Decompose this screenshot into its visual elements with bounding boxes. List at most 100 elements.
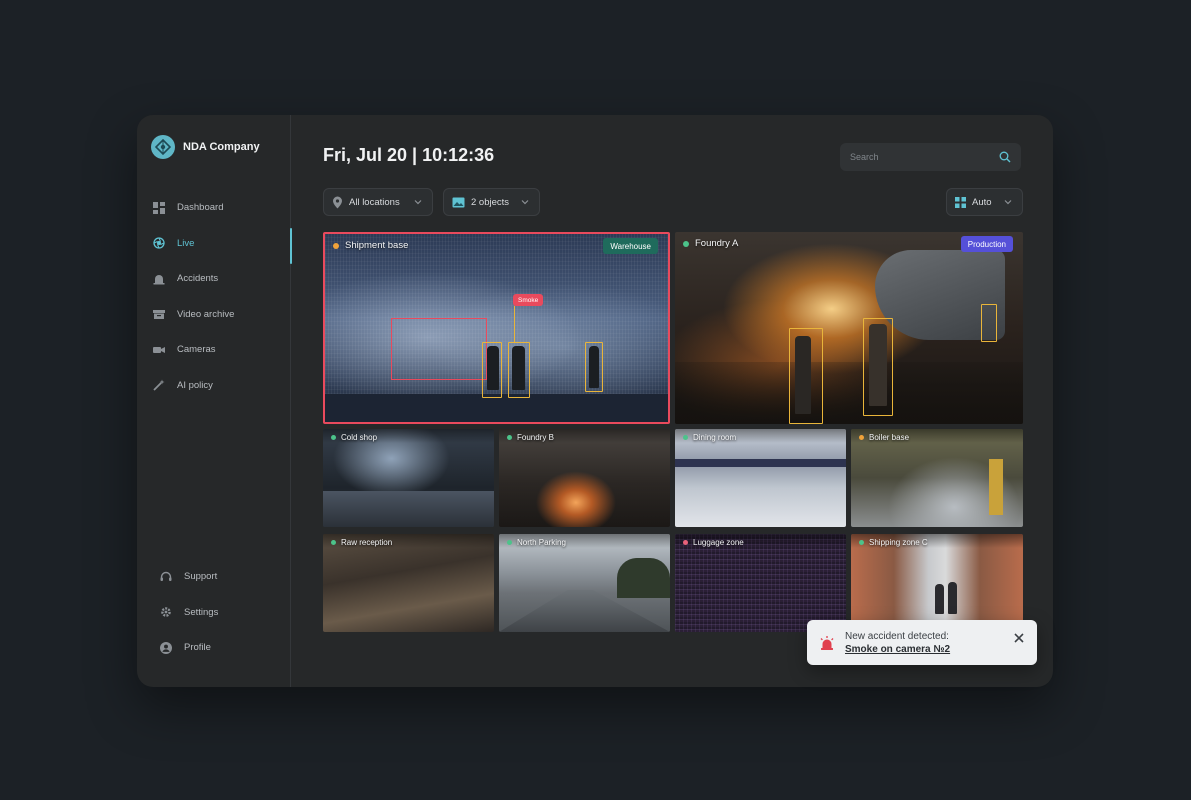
detection-label: Smoke — [513, 294, 544, 306]
camera-tile-shipping-zone-c[interactable]: Shipping zone C — [851, 534, 1023, 632]
nav-label: Video archive — [177, 308, 235, 320]
camera-label: Luggage zone — [683, 538, 744, 547]
floor — [675, 362, 1023, 424]
toast-camera-link[interactable]: Smoke on camera №2 — [845, 644, 950, 655]
search-icon[interactable] — [999, 151, 1011, 163]
person-detection-box — [508, 342, 530, 398]
person — [948, 582, 957, 614]
camera-tile-foundry-a[interactable]: Foundry A Production — [675, 232, 1023, 424]
accident-toast[interactable]: New accident detected: Smoke on camera №… — [807, 620, 1037, 665]
camera-name: Cold shop — [341, 433, 378, 442]
camera-name: Shipping zone C — [869, 538, 928, 547]
camera-tile-raw-reception[interactable]: Raw reception — [323, 534, 494, 632]
app-window: NDA Company Dashboard Live Accidents Vid… — [137, 115, 1053, 687]
layout-selector-value: Auto — [972, 196, 992, 208]
floor — [325, 394, 668, 422]
objects-filter[interactable]: 2 objects — [443, 188, 540, 216]
status-dot — [683, 435, 688, 440]
camera-label: Boiler base — [859, 433, 909, 442]
nav-item-settings[interactable]: Settings — [137, 595, 291, 631]
nav-label: Cameras — [177, 344, 216, 356]
location-pin-icon — [333, 196, 342, 208]
close-icon[interactable] — [1013, 632, 1025, 644]
profile-icon — [160, 641, 172, 654]
nav-label: Profile — [184, 642, 211, 654]
camera-name: North Parking — [517, 538, 566, 547]
nav-label: Accidents — [177, 273, 219, 285]
camera-name: Luggage zone — [693, 538, 744, 547]
nav-item-video-archive[interactable]: Video archive — [137, 297, 291, 333]
wall-banner — [675, 459, 846, 467]
objects-filter-value: 2 objects — [471, 196, 510, 208]
camera-name: Foundry A — [695, 238, 739, 249]
nav-label: Settings — [184, 606, 219, 618]
gear-icon — [160, 606, 172, 618]
chevron-down-icon — [1004, 200, 1011, 205]
camera-icon — [153, 344, 165, 356]
person-detection-box — [863, 318, 893, 416]
nav-item-cameras[interactable]: Cameras — [137, 332, 291, 368]
dashboard-icon — [153, 201, 165, 214]
camera-label: North Parking — [507, 538, 566, 547]
nav-label: Dashboard — [177, 202, 224, 214]
search-placeholder: Search — [850, 152, 879, 162]
camera-tile-shipment-base[interactable]: Smoke Shipment base Warehouse — [323, 232, 670, 424]
machine — [989, 459, 1003, 515]
floor — [323, 491, 494, 527]
toast-title: New accident detected: — [845, 630, 949, 642]
company-logo-icon — [151, 135, 175, 159]
camera-label: Shipping zone C — [859, 538, 928, 547]
camera-tile-dining-room[interactable]: Dining room — [675, 429, 846, 527]
camera-label: Dining room — [683, 433, 736, 442]
company-name: NDA Company — [183, 141, 260, 153]
status-dot — [683, 540, 688, 545]
camera-label: Foundry A — [683, 238, 738, 249]
camera-label: Foundry B — [507, 433, 554, 442]
nav-item-dashboard[interactable]: Dashboard — [137, 190, 291, 226]
camera-name: Raw reception — [341, 538, 393, 547]
layout-selector[interactable]: Auto — [946, 188, 1023, 216]
person-detection-box — [482, 342, 502, 398]
location-filter[interactable]: All locations — [323, 188, 433, 216]
detection-pointer — [514, 306, 515, 342]
current-datetime: Fri, Jul 20 | 10:12:36 — [323, 145, 495, 165]
camera-tile-luggage-zone[interactable]: Luggage zone — [675, 534, 846, 632]
smoke-detection-box — [391, 318, 487, 380]
camera-tile-foundry-b[interactable]: Foundry B — [499, 429, 670, 527]
camera-label: Shipment base — [333, 240, 408, 251]
alarm-icon — [153, 273, 165, 285]
status-dot — [333, 242, 339, 249]
nav-item-support[interactable]: Support — [137, 559, 291, 595]
status-dot — [331, 540, 336, 545]
toast-text: New accident detected: Smoke on camera №… — [845, 631, 950, 655]
nav-item-ai-policy[interactable]: AI policy — [137, 368, 291, 404]
ai-policy-icon — [153, 379, 165, 391]
camera-tile-north-parking[interactable]: North Parking — [499, 534, 670, 632]
chevron-down-icon — [414, 200, 422, 205]
status-dot — [331, 435, 336, 440]
person-detection-box — [585, 342, 603, 392]
alarm-siren-icon — [820, 635, 834, 650]
nav-item-live[interactable]: Live — [137, 226, 292, 263]
main-nav: Dashboard Live Accidents Video archive C… — [137, 190, 292, 404]
nav-item-accidents[interactable]: Accidents — [137, 261, 291, 297]
sidebar: NDA Company Dashboard Live Accidents Vid… — [137, 115, 292, 687]
camera-name: Dining room — [693, 433, 737, 442]
chevron-down-icon — [521, 200, 529, 205]
status-dot — [683, 240, 689, 247]
static-noise — [675, 534, 846, 632]
search-input[interactable]: Search — [840, 143, 1021, 171]
nav-item-profile[interactable]: Profile — [137, 630, 291, 666]
trees — [617, 558, 670, 598]
status-dot — [859, 435, 864, 440]
live-icon — [153, 237, 165, 249]
camera-tile-cold-shop[interactable]: Cold shop — [323, 429, 494, 527]
camera-tile-boiler-base[interactable]: Boiler base — [851, 429, 1023, 527]
status-dot — [859, 540, 864, 545]
nav-label: Live — [177, 237, 195, 249]
nav-label: Support — [184, 571, 218, 583]
person — [935, 584, 944, 614]
bottom-nav: Support Settings Profile — [137, 559, 291, 666]
brand[interactable]: NDA Company — [151, 135, 260, 159]
location-filter-value: All locations — [349, 196, 400, 208]
